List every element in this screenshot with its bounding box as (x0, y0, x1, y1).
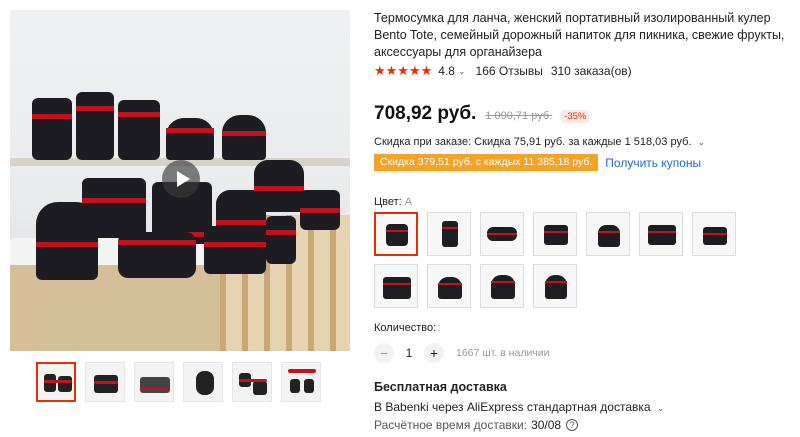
shipping-title: Бесплатная доставка (374, 380, 507, 394)
bag-image (222, 115, 266, 160)
star-rating-icon: ★★★★★ (374, 63, 433, 78)
color-swatch[interactable] (480, 212, 524, 256)
bag-image (36, 202, 98, 280)
orders-count: 310 заказа(ов) (550, 64, 632, 78)
coupon-badge: Скидка 379,51 руб. с каждых 11 385,18 ру… (374, 154, 599, 171)
current-price: 708,92 руб. (374, 103, 477, 124)
thumbnail[interactable] (134, 362, 174, 402)
product-title: Термосумка для ланча, женский портативны… (374, 11, 785, 59)
help-icon[interactable]: ? (566, 419, 579, 431)
thumbnail[interactable] (85, 362, 125, 402)
old-price: 1 090,71 руб. (485, 110, 553, 122)
color-swatch[interactable] (533, 264, 577, 308)
color-swatch[interactable] (374, 212, 418, 256)
bag-image (266, 216, 296, 264)
thumbnail[interactable] (281, 362, 321, 402)
color-swatch[interactable] (639, 212, 683, 256)
color-selected-value: A (404, 196, 413, 208)
thumbnail[interactable] (183, 362, 223, 402)
get-coupons-link[interactable]: Получить купоны (605, 156, 701, 170)
color-swatch[interactable] (427, 212, 471, 256)
quantity-label: Количество: (374, 322, 437, 334)
increase-quantity-button[interactable]: + (424, 343, 444, 363)
bag-image (166, 118, 214, 160)
color-swatches (374, 212, 746, 308)
reviews-link[interactable]: 166 Отзывы (476, 64, 543, 78)
color-swatch[interactable] (374, 264, 418, 308)
rating-row: ★★★★★ 4.8 ⌄ 166 Отзывы 310 заказа(ов) (374, 63, 632, 79)
bag-image (254, 160, 304, 212)
chevron-down-icon: ⌄ (656, 403, 665, 413)
play-video-button[interactable] (162, 160, 200, 198)
delivery-estimate: Расчётное время доставки: 30/08 ? (374, 418, 579, 432)
price-row: 708,92 руб. 1 090,71 руб. -35% (374, 103, 590, 125)
color-swatch[interactable] (533, 212, 577, 256)
thumbnail-strip (36, 362, 321, 402)
chevron-down-icon: ⌄ (697, 137, 706, 147)
quantity-stepper: − 1 + 1667 шт. в наличии (374, 343, 550, 363)
eta-label: Расчётное время доставки: (374, 418, 528, 432)
eta-date: 30/08 (531, 418, 562, 432)
color-swatch[interactable] (480, 264, 524, 308)
bag-image (118, 100, 160, 160)
decrease-quantity-button[interactable]: − (374, 343, 394, 363)
shipping-method-dropdown[interactable]: В Babenki через AliExpress стандартная д… (374, 400, 664, 414)
quantity-value[interactable]: 1 (394, 346, 424, 360)
order-discount-text: Скидка при заказе: Скидка 75,91 руб. за … (374, 136, 692, 148)
product-main-image[interactable] (10, 10, 350, 351)
rating-value[interactable]: 4.8 (438, 64, 455, 78)
thumbnail[interactable] (36, 362, 76, 402)
shipping-route-text: В Babenki через AliExpress стандартная д… (374, 400, 651, 414)
color-label: Цвет: A (374, 196, 412, 208)
color-swatch[interactable] (427, 264, 471, 308)
bag-image (32, 98, 72, 160)
stock-count: 1667 шт. в наличии (456, 347, 550, 359)
bag-image (118, 232, 196, 278)
order-discount[interactable]: Скидка при заказе: Скидка 75,91 руб. за … (374, 136, 705, 148)
coupon-row: Скидка 379,51 руб. с каждых 11 385,18 ру… (374, 154, 701, 171)
chevron-down-icon[interactable]: ⌄ (458, 66, 466, 77)
thumbnail[interactable] (232, 362, 272, 402)
color-label-text: Цвет: (374, 196, 402, 208)
bag-image (300, 190, 340, 230)
discount-badge: -35% (561, 110, 590, 123)
color-swatch[interactable] (692, 212, 736, 256)
bag-image (204, 226, 266, 274)
bag-image (76, 92, 114, 160)
color-swatch[interactable] (586, 212, 630, 256)
